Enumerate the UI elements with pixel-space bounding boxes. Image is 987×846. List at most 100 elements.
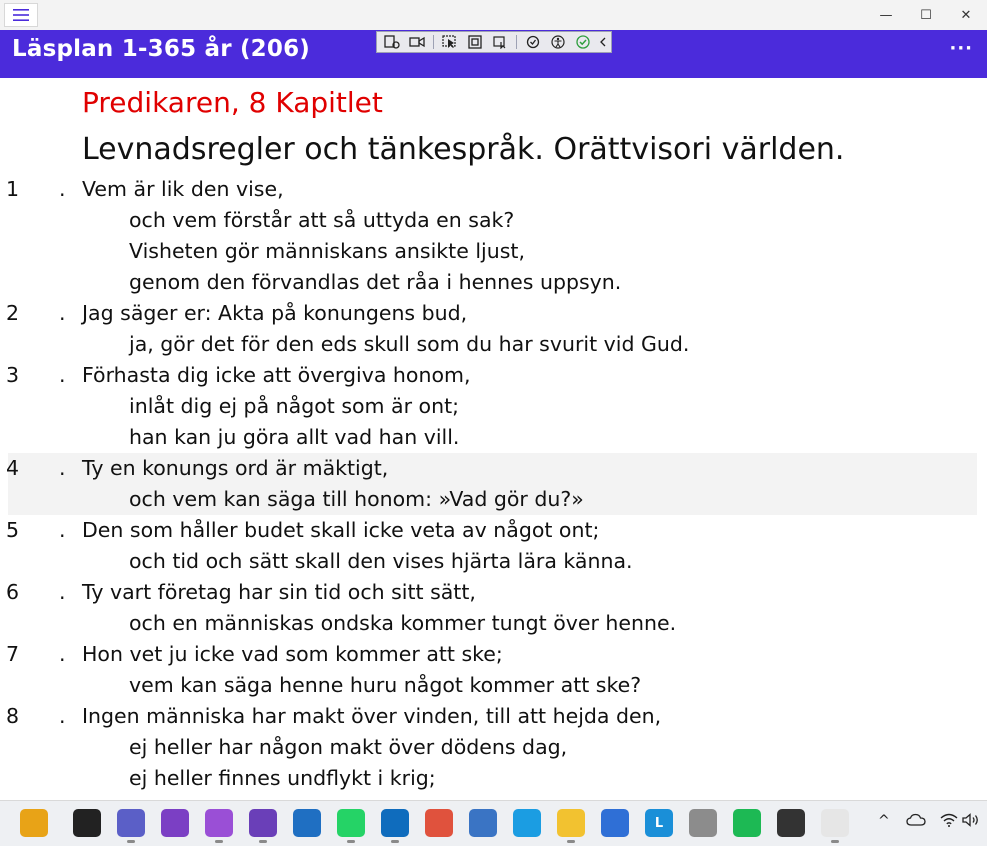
verse-number: 2 — [6, 301, 20, 325]
verse-3[interactable]: 3. Förhasta dig icke att övergiva honom, i… — [0, 360, 987, 453]
page-title: Läsplan 1-365 år (206) — [12, 36, 310, 62]
command-prompt-icon[interactable] — [777, 809, 805, 837]
green-check-icon — [576, 35, 590, 49]
verse-number-dot: . — [59, 580, 66, 604]
verse-number: 8 — [6, 704, 20, 728]
cursor-select-icon — [442, 35, 456, 48]
verse-line: 3. Förhasta dig icke att övergiva honom, — [0, 360, 987, 391]
verse-line: och tid och sätt skall den vises hjärta … — [0, 546, 987, 577]
verse-text: ja, gör det för den eds skull som du har… — [129, 332, 690, 356]
verse-8[interactable]: 8. Ingen människa har makt över vinden, t… — [0, 701, 987, 794]
verse-text: och tid och sätt skall den vises hjärta … — [129, 549, 633, 573]
display-layout-adorners-button[interactable] — [464, 33, 486, 51]
verse-text: Ty en konungs ord är mäktigt, — [82, 456, 389, 480]
collapse-toolbar-button[interactable] — [597, 33, 609, 51]
verse-1[interactable]: 1. Vem är lik den vise, och vem förstår at… — [0, 174, 987, 298]
verse-text: Vem är lik den vise, — [82, 177, 284, 201]
tray-overflow-chevron[interactable]: ^ — [878, 813, 890, 829]
chevron-left-icon — [600, 37, 606, 47]
verse-number-dot: . — [59, 704, 66, 728]
verse-text: Ty vart företag har sin tid och sitt sät… — [82, 580, 476, 604]
verse-line: 6. Ty vart företag har sin tid och sitt s… — [0, 577, 987, 608]
verse-text: Ingen människa har makt över vinden, til… — [82, 704, 662, 728]
verse-line: ja, gör det för den eds skull som du har… — [0, 329, 987, 360]
verse-line: och vem kan säga till honom: »Vad gör du… — [0, 484, 987, 515]
verse-number-dot: . — [59, 456, 66, 480]
reading-plan-app-icon[interactable] — [821, 809, 849, 843]
verse-number: 6 — [6, 580, 20, 604]
video-camera-icon — [409, 36, 425, 48]
verse-number: 4 — [6, 456, 20, 480]
live-visual-tree-button[interactable] — [381, 33, 403, 51]
verse-5[interactable]: 5. Den som håller budet skall icke veta a… — [0, 515, 987, 577]
verse-text: och en människas ondska kommer tungt öve… — [129, 611, 677, 635]
verse-text: Visheten gör människans ansikte ljust, — [129, 239, 525, 263]
visual-tree-icon — [384, 35, 400, 49]
verse-number: 1 — [6, 177, 20, 201]
verse-text: genom den förvandlas det råa i hennes up… — [129, 270, 622, 294]
select-element-button[interactable] — [439, 33, 461, 51]
record-button[interactable] — [406, 33, 428, 51]
database-icon[interactable] — [689, 809, 717, 837]
verse-number-dot: . — [59, 301, 66, 325]
verse-number-dot: . — [59, 518, 66, 542]
verse-number-dot: . — [59, 363, 66, 387]
verse-line: ej heller finnes undflykt i krig; — [0, 763, 987, 794]
chat-app-icon[interactable] — [117, 809, 145, 843]
accessibility-icon — [551, 35, 565, 49]
terminal-black-icon[interactable] — [73, 809, 101, 837]
outlook-icon[interactable] — [381, 809, 409, 843]
windows-taskbar: L ^ — [0, 800, 987, 846]
reading-content[interactable]: Predikaren, 8 Kapitlet Levnadsregler och… — [0, 78, 987, 800]
verse-2[interactable]: 2. Jag säger er: Akta på konungens bud, ja… — [0, 298, 987, 360]
microsoft-store-icon[interactable] — [601, 809, 629, 837]
notepad-icon[interactable] — [469, 809, 497, 837]
volume-icon[interactable] — [962, 813, 982, 831]
track-focus-button[interactable] — [489, 33, 511, 51]
checks-passed-button[interactable] — [572, 33, 594, 51]
verse-list: 1. Vem är lik den vise, och vem förstår at… — [0, 174, 987, 794]
binding-icon — [526, 35, 540, 49]
accessibility-checker-button[interactable] — [547, 33, 569, 51]
binding-failures-button[interactable] — [522, 33, 544, 51]
verse-line: Visheten gör människans ansikte ljust, — [0, 236, 987, 267]
briefcase-app-icon[interactable] — [20, 809, 48, 837]
toolbar-separator — [516, 35, 517, 49]
window-titlebar: — ☐ ✕ — [0, 0, 987, 31]
verse-7[interactable]: 7. Hon vet ju icke vad som kommer att ske… — [0, 639, 987, 701]
chapter-subtitle: Levnadsregler och tänkespråk. Orättvisor… — [82, 132, 845, 167]
visual-studio-icon[interactable] — [161, 809, 189, 837]
close-button[interactable]: ✕ — [943, 0, 987, 30]
verse-line: vem kan säga henne huru något kommer att… — [0, 670, 987, 701]
red-square-app-icon[interactable] — [293, 809, 321, 837]
chapter-heading: Predikaren, 8 Kapitlet — [82, 86, 383, 119]
verse-text: och vem kan säga till honom: »Vad gör du… — [129, 487, 584, 511]
verse-number: 7 — [6, 642, 20, 666]
spotify-icon[interactable] — [733, 809, 761, 837]
verse-text: och vem förstår att så uttyda en sak? — [129, 208, 515, 232]
verse-number: 5 — [6, 518, 20, 542]
adorner-square-icon — [468, 35, 482, 49]
verse-number: 3 — [6, 363, 20, 387]
debug-toolbar — [376, 31, 612, 53]
verse-text: Hon vet ju icke vad som kommer att ske; — [82, 642, 503, 666]
verse-line: 5. Den som håller budet skall icke veta a… — [0, 515, 987, 546]
verse-line: 4. Ty en konungs ord är mäktigt, — [0, 453, 987, 484]
more-options-button[interactable]: ··· — [949, 38, 973, 59]
eraser-app-icon[interactable] — [425, 809, 453, 837]
verse-line: 1. Vem är lik den vise, — [0, 174, 987, 205]
whatsapp-icon[interactable] — [337, 809, 365, 843]
visual-studio-code-icon[interactable] — [249, 809, 277, 843]
visual-studio-preview-icon[interactable] — [205, 809, 233, 843]
wifi-icon[interactable] — [940, 813, 958, 831]
edge-browser-icon[interactable] — [513, 809, 541, 837]
verse-line: 7. Hon vet ju icke vad som kommer att ske… — [0, 639, 987, 670]
hamburger-menu-button[interactable] — [4, 3, 38, 27]
verse-4[interactable]: 4. Ty en konungs ord är mäktigt, och vem k… — [0, 453, 987, 515]
verse-6[interactable]: 6. Ty vart företag har sin tid och sitt s… — [0, 577, 987, 639]
verse-text: Förhasta dig icke att övergiva honom, — [82, 363, 471, 387]
hamburger-icon — [13, 9, 29, 21]
file-explorer-icon[interactable] — [557, 809, 585, 843]
letter-l-app-icon[interactable]: L — [645, 809, 673, 837]
onedrive-cloud-icon[interactable] — [906, 813, 926, 831]
